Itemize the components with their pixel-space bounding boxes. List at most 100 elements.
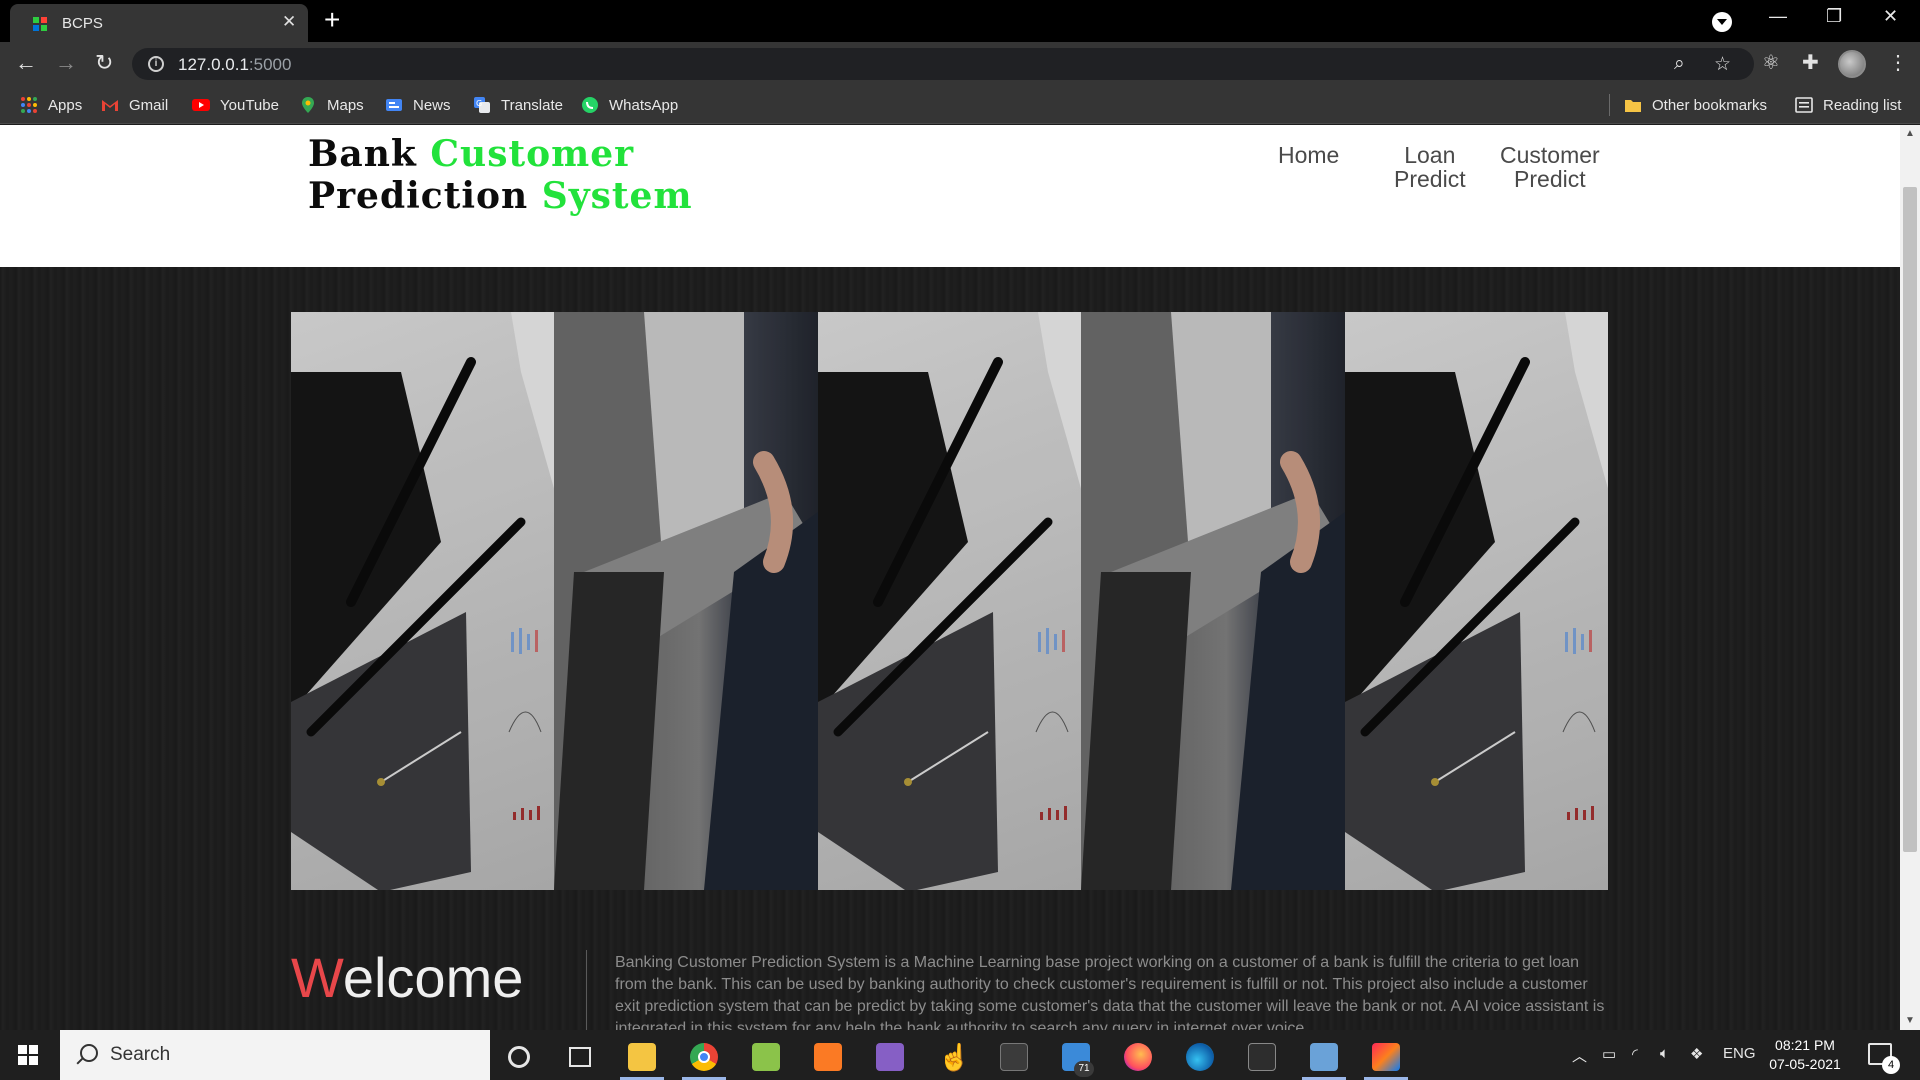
tab-search-icon[interactable]: [1712, 12, 1732, 32]
bookmarks-bar: Apps Gmail YouTube Maps News G Translate…: [0, 86, 1920, 124]
youtube-icon: [192, 99, 210, 111]
other-bookmarks-label: Other bookmarks: [1652, 96, 1768, 114]
nav-customer-predict[interactable]: Customer Predict: [1500, 143, 1600, 191]
intro-paragraph: Banking Customer Prediction System is a …: [615, 954, 1605, 1030]
tab-close-icon[interactable]: ✕: [282, 12, 296, 32]
bookmark-label: Maps: [327, 96, 364, 114]
bookmarks-divider: [1609, 94, 1610, 116]
bookmark-label: News: [413, 96, 451, 114]
bookmark-maps[interactable]: Maps: [299, 94, 364, 116]
bookmark-gmail[interactable]: Gmail: [101, 94, 168, 116]
reading-list-label: Reading list: [1823, 96, 1902, 114]
intellij-icon[interactable]: [1358, 1034, 1414, 1080]
app-icon[interactable]: [1296, 1034, 1352, 1080]
reading-list-icon: [1795, 97, 1813, 113]
url-text[interactable]: 127.0.0.1:5000: [178, 55, 291, 75]
dropbox-icon[interactable]: ❖: [1690, 1045, 1703, 1063]
bookmark-star-icon[interactable]: ☆: [1714, 53, 1731, 76]
wifi-icon[interactable]: ◜: [1632, 1045, 1638, 1063]
gmail-icon: [102, 100, 118, 111]
bookmark-label: Gmail: [129, 96, 169, 114]
zoom-search-icon[interactable]: ⌕: [1674, 53, 1685, 75]
scroll-thumb[interactable]: [1903, 187, 1917, 852]
clock-date: 07-05-2021: [1769, 1056, 1841, 1072]
hero-image-gallery: [291, 312, 1608, 890]
tray-overflow-icon[interactable]: ︿: [1572, 1045, 1587, 1066]
section-divider: [586, 950, 587, 1030]
bookmark-youtube[interactable]: YouTube: [192, 94, 279, 116]
bookmark-label: Translate: [501, 96, 563, 114]
restore-icon[interactable]: ❐: [1826, 6, 1842, 27]
task-view-icon[interactable]: [552, 1034, 608, 1080]
site-info-icon[interactable]: i: [148, 56, 164, 72]
apps-grid-icon: [21, 97, 37, 113]
address-bar[interactable]: i 127.0.0.1:5000 ⌕ ☆: [132, 48, 1754, 80]
suit-photo-panel: [554, 312, 818, 890]
search-placeholder: Search: [110, 1044, 171, 1065]
page-viewport: Bank Customer Prediction System Home Loa…: [0, 125, 1900, 1030]
battery-icon[interactable]: ▭: [1602, 1045, 1616, 1063]
volume-icon[interactable]: 🔈︎: [1660, 1045, 1669, 1062]
extensions-puzzle-icon[interactable]: ✚: [1802, 50, 1819, 75]
windows-start-icon[interactable]: [18, 1045, 38, 1065]
forward-button[interactable]: →: [55, 50, 77, 76]
nav-loan-predict[interactable]: Loan Predict: [1394, 143, 1466, 191]
minimize-icon[interactable]: —: [1769, 6, 1787, 27]
mail-icon[interactable]: 71: [1048, 1034, 1104, 1080]
notification-count-badge: 4: [1882, 1056, 1900, 1074]
site-favicon-icon: [33, 17, 47, 31]
firefox-icon[interactable]: [1110, 1034, 1166, 1080]
folder-icon: [1625, 100, 1641, 112]
hero-section: Welcome Banking Customer Prediction Syst…: [0, 267, 1900, 1030]
tab-strip: BCPS ✕ + — ❐ ✕: [0, 0, 1920, 42]
news-icon: [386, 99, 402, 111]
nav-home[interactable]: Home: [1278, 143, 1339, 167]
bookmark-translate[interactable]: G Translate: [473, 94, 563, 116]
welcome-heading: Welcome: [291, 946, 524, 1009]
cursor-app-icon[interactable]: ☝: [924, 1034, 980, 1080]
close-window-icon[interactable]: ✕: [1883, 6, 1898, 27]
maps-pin-icon: [302, 97, 314, 113]
clock-time: 08:21 PM: [1775, 1037, 1835, 1053]
predator-sense-icon[interactable]: [986, 1034, 1042, 1080]
translate-icon: G: [474, 97, 490, 113]
bookmark-news[interactable]: News: [385, 94, 451, 116]
visual-studio-icon[interactable]: [862, 1034, 918, 1080]
svg-text:G: G: [476, 99, 482, 108]
site-logo[interactable]: Bank Customer Prediction System: [308, 133, 693, 217]
desk-photo-panel: [1344, 312, 1608, 890]
bookmark-label: Apps: [48, 96, 83, 114]
profile-avatar[interactable]: [1838, 50, 1866, 78]
file-explorer-icon[interactable]: [614, 1034, 670, 1080]
mail-badge: 71: [1074, 1061, 1094, 1077]
cortana-icon[interactable]: [491, 1034, 547, 1080]
language-indicator[interactable]: ENG: [1723, 1045, 1756, 1062]
reading-list[interactable]: Reading list: [1795, 94, 1901, 116]
chrome-menu-icon[interactable]: ⋮: [1888, 50, 1908, 75]
terminal-icon[interactable]: [1234, 1034, 1290, 1080]
other-bookmarks[interactable]: Other bookmarks: [1624, 94, 1767, 116]
suit-photo-panel: [1081, 312, 1345, 890]
scroll-down-arrow-icon[interactable]: ▼: [1900, 1012, 1920, 1030]
taskbar-search[interactable]: Search: [60, 1030, 490, 1080]
site-header: Bank Customer Prediction System Home Loa…: [0, 125, 1900, 267]
bookmark-whatsapp[interactable]: WhatsApp: [581, 94, 678, 116]
tab-title: BCPS: [62, 15, 103, 32]
new-tab-button[interactable]: +: [324, 4, 340, 36]
scroll-up-arrow-icon[interactable]: ▲: [1900, 125, 1920, 143]
browser-tab[interactable]: BCPS ✕: [10, 4, 308, 42]
page-scrollbar[interactable]: ▲ ▼: [1900, 125, 1920, 1030]
reload-button[interactable]: ↻: [95, 50, 113, 76]
bookmark-apps[interactable]: Apps: [20, 94, 82, 116]
desk-photo-panel: [817, 312, 1082, 890]
notepad-plus-icon[interactable]: [738, 1034, 794, 1080]
back-button[interactable]: ←: [15, 50, 37, 76]
system-clock[interactable]: 08:21 PM 07-05-2021: [1760, 1036, 1850, 1074]
whatsapp-icon: [582, 97, 598, 113]
edge-icon[interactable]: [1172, 1034, 1228, 1080]
xampp-icon[interactable]: [800, 1034, 856, 1080]
chrome-icon[interactable]: [676, 1034, 732, 1080]
browser-toolbar: ← → ↻ i 127.0.0.1:5000 ⌕ ☆ ⚛ ✚ ⋮: [0, 42, 1920, 86]
react-devtools-icon[interactable]: ⚛: [1762, 50, 1780, 75]
search-icon: [80, 1044, 98, 1062]
